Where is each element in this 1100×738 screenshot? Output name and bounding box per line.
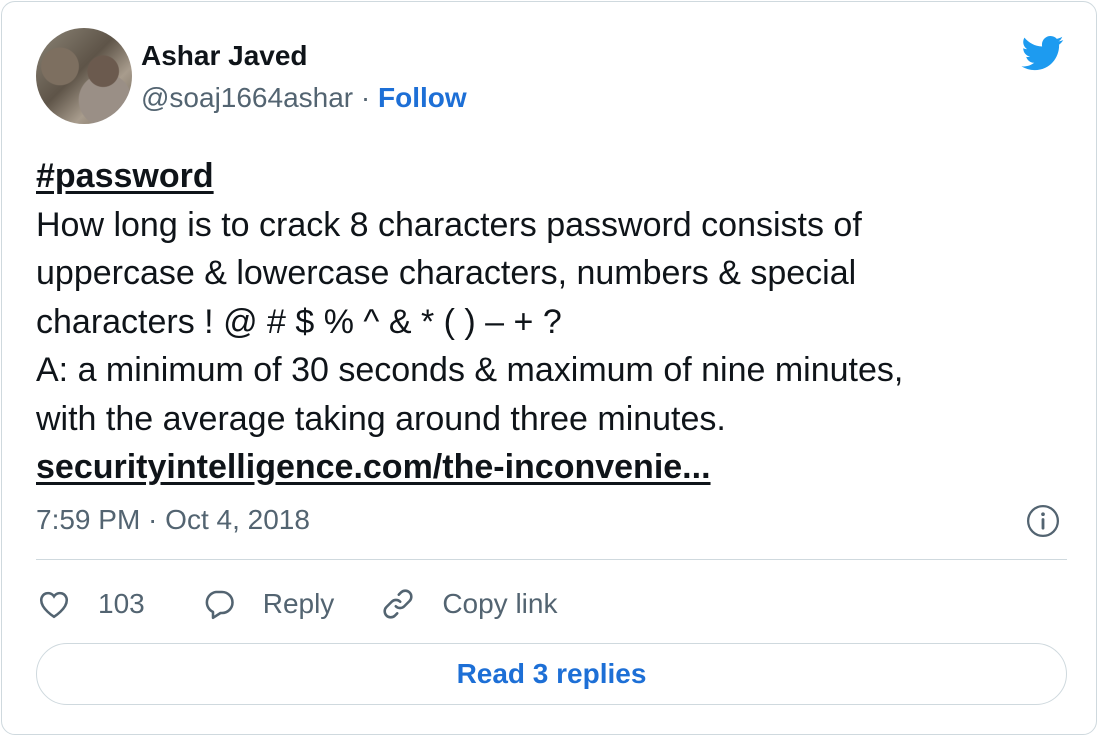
- tweet-text: #password How long is to crack 8 charact…: [36, 152, 1076, 492]
- copy-link-button[interactable]: Copy link: [380, 586, 557, 622]
- tweet-line-4: A: a minimum of 30 seconds & maximum of …: [36, 351, 904, 389]
- link-icon: [383, 589, 413, 619]
- action-bar: 103 Reply Copy link: [36, 582, 557, 626]
- speech-bubble-icon: [205, 590, 234, 620]
- divider: [36, 559, 1067, 560]
- tweet-line-5: with the average taking around three min…: [36, 399, 726, 438]
- twitter-bird-icon[interactable]: [1018, 32, 1068, 74]
- external-link[interactable]: securityintelligence.com/the-inconvenie.…: [36, 443, 1076, 492]
- avatar[interactable]: [36, 28, 132, 124]
- like-count: 103: [98, 588, 145, 619]
- tweet-timestamp[interactable]: 7:59 PM · Oct 4, 2018: [36, 504, 310, 536]
- hashtag-link[interactable]: #password: [36, 152, 1076, 201]
- follow-button[interactable]: Follow: [378, 82, 467, 113]
- author-name[interactable]: Ashar Javed: [141, 40, 308, 72]
- author-handle[interactable]: @soaj1664ashar: [141, 82, 353, 113]
- reply-label: Reply: [262, 588, 335, 619]
- copy-link-label: Copy link: [442, 588, 558, 619]
- tweet-line-2: uppercase & lowercase characters, number…: [36, 254, 857, 292]
- tweet-line-3: characters ! @ # $ % ^ & * ( ) – + ?: [36, 302, 562, 341]
- like-button[interactable]: 103: [36, 586, 145, 622]
- reply-button[interactable]: Reply: [201, 586, 335, 622]
- handle-row: @soaj1664ashar · Follow: [141, 82, 467, 114]
- handle-separator: ·: [360, 82, 371, 113]
- read-replies-button[interactable]: Read 3 replies: [36, 643, 1067, 705]
- tweet-line-1: How long is to crack 8 characters passwo…: [36, 205, 862, 244]
- tweet-card: Ashar Javed @soaj1664ashar · Follow #pas…: [1, 1, 1097, 735]
- heart-icon: [39, 591, 69, 619]
- info-icon[interactable]: [1026, 504, 1060, 538]
